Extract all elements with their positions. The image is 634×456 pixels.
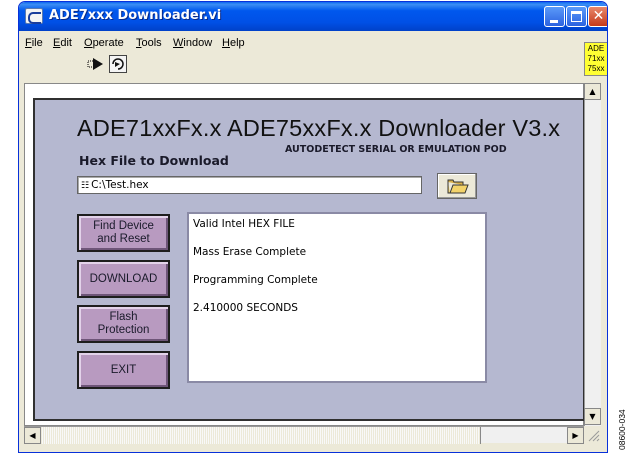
toolbar bbox=[19, 52, 607, 82]
find-device-button[interactable]: Find Device and Reset bbox=[77, 214, 170, 252]
scroll-left-button[interactable]: ◀ bbox=[24, 427, 41, 444]
badge-line-2: 71xx bbox=[587, 54, 605, 63]
status-log: Valid Intel HEX FILE Mass Erase Complete… bbox=[187, 212, 487, 383]
status-line: Mass Erase Complete bbox=[193, 246, 307, 258]
minimize-icon bbox=[550, 20, 558, 23]
folder-icon bbox=[447, 179, 469, 194]
close-icon: ✕ bbox=[592, 8, 605, 24]
status-line: Programming Complete bbox=[193, 274, 318, 286]
status-line: 2.410000 SECONDS bbox=[193, 302, 298, 314]
labview-icon[interactable] bbox=[25, 8, 43, 24]
hex-file-path-input[interactable]: ☷ C:\Test.hex bbox=[77, 176, 422, 194]
browse-button[interactable] bbox=[437, 173, 477, 199]
figure-id: 08600-034 bbox=[617, 409, 627, 450]
scroll-right-button[interactable]: ▶ bbox=[567, 427, 584, 444]
path-icon: ☷ bbox=[81, 181, 90, 191]
close-button[interactable]: ✕ bbox=[588, 6, 607, 27]
page-title: ADE71xxFx.x ADE75xxFx.x Downloader V3.x bbox=[77, 115, 561, 141]
exit-button[interactable]: EXIT bbox=[77, 351, 170, 389]
title-bar[interactable]: ADE7xxx Downloader.vi ✕ bbox=[19, 2, 607, 31]
maximize-icon bbox=[571, 11, 582, 22]
flash-protection-button[interactable]: Flash Protection bbox=[77, 305, 170, 343]
ade-badge: ADE 71xx 75xx bbox=[584, 42, 607, 76]
hex-file-label: Hex File to Download bbox=[79, 153, 229, 168]
hex-file-path-value: C:\Test.hex bbox=[91, 179, 149, 191]
downloader-panel: ADE71xxFx.x ADE75xxFx.x Downloader V3.x … bbox=[33, 98, 585, 421]
menu-tools[interactable]: Tools bbox=[136, 37, 162, 49]
horizontal-scrollbar[interactable]: ◀ ▶ bbox=[24, 426, 584, 444]
menu-edit[interactable]: Edit bbox=[53, 37, 72, 49]
vertical-scrollbar[interactable]: ▲ ▼ bbox=[584, 83, 601, 426]
menu-help[interactable]: Help bbox=[222, 37, 245, 49]
scroll-up-button[interactable]: ▲ bbox=[584, 83, 601, 100]
download-button[interactable]: DOWNLOAD bbox=[77, 260, 170, 298]
maximize-button[interactable] bbox=[566, 6, 587, 27]
scroll-down-button[interactable]: ▼ bbox=[584, 408, 601, 425]
badge-line-3: 75xx bbox=[587, 64, 605, 73]
badge-line-1: ADE bbox=[587, 44, 605, 53]
front-panel: ADE71xxFx.x ADE75xxFx.x Downloader V3.x … bbox=[24, 83, 585, 426]
autodetect-label: AUTODETECT SERIAL OR EMULATION POD bbox=[285, 144, 507, 155]
menu-bar: File Edit Operate Tools Window Help bbox=[19, 32, 607, 52]
menu-file[interactable]: File bbox=[25, 37, 43, 49]
resize-grip-icon[interactable] bbox=[584, 426, 601, 443]
scroll-track[interactable] bbox=[41, 427, 481, 444]
status-line: Valid Intel HEX FILE bbox=[193, 218, 295, 230]
run-arrow-icon[interactable] bbox=[87, 56, 105, 72]
window-title: ADE7xxx Downloader.vi bbox=[49, 8, 222, 23]
menu-operate[interactable]: Operate bbox=[84, 37, 124, 49]
app-window: ADE7xxx Downloader.vi ✕ File Edit Operat… bbox=[18, 1, 608, 453]
minimize-button[interactable] bbox=[544, 6, 565, 27]
menu-window[interactable]: Window bbox=[173, 37, 212, 49]
continuous-run-icon[interactable] bbox=[109, 55, 127, 73]
